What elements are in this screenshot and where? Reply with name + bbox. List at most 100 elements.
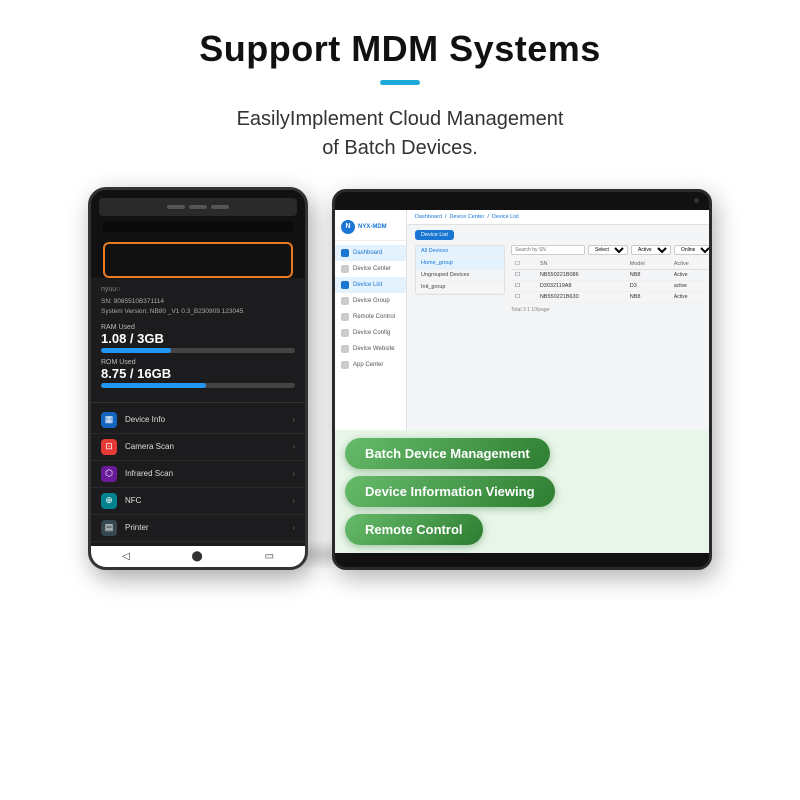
- col-check: ☐: [511, 259, 536, 270]
- device-list-icon: [341, 281, 349, 289]
- phone-body: nyuu○ SN: 9085510B371114 System Version:…: [88, 187, 308, 570]
- sidebar-dashboard[interactable]: Dashboard: [335, 245, 406, 261]
- mdm-content-area: Device List All Devices Home_group Ungro…: [407, 225, 709, 430]
- tablet-bottom-bar: [335, 553, 709, 567]
- app-center-icon: [341, 361, 349, 369]
- nav-recent-btn[interactable]: ▭: [265, 551, 274, 562]
- batch-device-badge: Batch Device Management: [345, 438, 550, 469]
- table-row[interactable]: ☐ D3032119A8 D3 active: [511, 280, 709, 291]
- remote-control-icon: [341, 313, 349, 321]
- mdm-search-input[interactable]: [511, 245, 585, 255]
- mdm-main-content: Dashboard / Device Center / Device List …: [407, 210, 709, 430]
- device-center-label: Device Center: [353, 266, 391, 272]
- table-row[interactable]: ☐ NB550221B630 NB8 Active: [511, 291, 709, 302]
- nfc-label: NFC: [125, 496, 284, 505]
- mdm-interface: N NYX-MDM Dashboard Device Center: [335, 210, 709, 430]
- group-ungrouped[interactable]: Ungrouped Devices: [416, 270, 504, 282]
- device-group-label: Device Group: [353, 298, 390, 304]
- subtitle: EasilyImplement Cloud Management of Batc…: [0, 105, 800, 163]
- mdm-pagination: Total 3 1 10/page: [511, 307, 709, 313]
- sidebar-remote-control[interactable]: Remote Control: [335, 309, 406, 325]
- main-title: Support MDM Systems: [0, 28, 800, 70]
- mdm-logo-icon: N: [341, 220, 355, 234]
- rom-bar-fill: [101, 383, 206, 388]
- device-list-label: Device List: [353, 282, 382, 288]
- phone-brand: nyuu○: [101, 286, 295, 293]
- mdm-content-row: All Devices Home_group Ungrouped Devices…: [415, 245, 701, 313]
- tablet-body: N NYX-MDM Dashboard Device Center: [332, 189, 712, 570]
- group-home[interactable]: Home_group: [416, 258, 504, 270]
- nav-back-btn[interactable]: ◁: [122, 551, 130, 562]
- camera-scan-label: Camera Scan: [125, 442, 284, 451]
- col-model: Model: [626, 259, 670, 270]
- tablet-screen: N NYX-MDM Dashboard Device Center: [335, 210, 709, 553]
- device-info-label: Device Info: [125, 415, 284, 424]
- sidebar-device-config[interactable]: Device Config: [335, 325, 406, 341]
- group-all-devices[interactable]: All Devices: [416, 246, 504, 258]
- rom-bar-bg: [101, 383, 295, 388]
- sidebar-device-group[interactable]: Device Group: [335, 293, 406, 309]
- tablet-device: N NYX-MDM Dashboard Device Center: [332, 189, 712, 570]
- remote-control-label: Remote Control: [353, 314, 395, 320]
- sidebar-device-center[interactable]: Device Center: [335, 261, 406, 277]
- device-website-icon: [341, 345, 349, 353]
- phone-sn: SN: 9085510B371114 System Version: NB80 …: [101, 297, 295, 318]
- sidebar-app-center[interactable]: App Center: [335, 357, 406, 373]
- tablet-camera: [694, 198, 699, 203]
- group-init[interactable]: Init_group: [416, 282, 504, 294]
- phone-scanner-slot: [103, 222, 293, 232]
- mdm-logo: N NYX-MDM: [335, 216, 406, 241]
- rom-value: 8.75 / 16GB: [101, 366, 295, 381]
- menu-item-camera-scan[interactable]: ⊡ Camera Scan ›: [91, 434, 305, 461]
- mdm-breadcrumb: Dashboard / Device Center / Device List: [407, 210, 709, 225]
- ram-bar-bg: [101, 348, 295, 353]
- phone-highlight-box: [103, 242, 293, 278]
- col-sn: SN: [536, 259, 626, 270]
- mdm-logo-text: NYX-MDM: [358, 224, 387, 230]
- device-list-tab[interactable]: Device List: [415, 230, 454, 240]
- table-row[interactable]: ☐ NB550221B086 NB8 Active: [511, 269, 709, 280]
- nfc-icon: ⊕: [101, 493, 117, 509]
- menu-item-printer[interactable]: ▤ Printer ›: [91, 515, 305, 542]
- camera-scan-icon: ⊡: [101, 439, 117, 455]
- device-info-viewing-badge: Device Information Viewing: [345, 476, 555, 507]
- main-content: nyuu○ SN: 9085510B371114 System Version:…: [0, 187, 800, 570]
- dashboard-label: Dashboard: [353, 250, 382, 256]
- mdm-group-list: All Devices Home_group Ungrouped Devices…: [415, 245, 505, 295]
- device-config-icon: [341, 329, 349, 337]
- mdm-sidebar: N NYX-MDM Dashboard Device Center: [335, 210, 407, 430]
- nav-home-btn[interactable]: ⬤: [192, 551, 203, 562]
- mdm-model-select[interactable]: Select Model: [588, 245, 628, 255]
- mdm-tab-bar: Device List: [415, 230, 701, 240]
- menu-item-device-info[interactable]: ▦ Device Info ›: [91, 407, 305, 434]
- device-group-icon: [341, 297, 349, 305]
- device-config-label: Device Config: [353, 330, 390, 336]
- mdm-device-select[interactable]: Online or line: [674, 245, 709, 255]
- phone-navbar: ◁ ⬤ ▭: [91, 546, 305, 567]
- menu-item-nfc[interactable]: ⊕ NFC ›: [91, 488, 305, 515]
- phone-device: nyuu○ SN: 9085510B371114 System Version:…: [88, 187, 308, 570]
- device-website-label: Device Website: [353, 346, 395, 352]
- device-info-icon: ▦: [101, 412, 117, 428]
- page-header: Support MDM Systems: [0, 0, 800, 91]
- title-underbar: [380, 80, 420, 85]
- app-center-label: App Center: [353, 362, 383, 368]
- mdm-group-panel: All Devices Home_group Ungrouped Devices…: [415, 245, 505, 313]
- sidebar-device-list[interactable]: Device List: [335, 277, 406, 293]
- rom-label: ROM Used: [101, 359, 295, 366]
- ram-value: 1.08 / 3GB: [101, 331, 295, 346]
- menu-item-infrared[interactable]: ⬡ Infrared Scan ›: [91, 461, 305, 488]
- mdm-active-select[interactable]: Active or last: [631, 245, 671, 255]
- device-center-icon: [341, 265, 349, 273]
- phone-screen: nyuu○ SN: 9085510B371114 System Version:…: [91, 278, 305, 402]
- tablet-top-bar: [335, 192, 709, 210]
- mdm-device-table-panel: Select Model Active or last Online or li…: [511, 245, 709, 313]
- printer-label: Printer: [125, 523, 284, 532]
- infrared-icon: ⬡: [101, 466, 117, 482]
- phone-status-bar: [99, 198, 297, 216]
- ram-bar-fill: [101, 348, 171, 353]
- sidebar-device-website[interactable]: Device Website: [335, 341, 406, 357]
- ram-label: RAM Used: [101, 324, 295, 331]
- phone-top: [91, 190, 305, 278]
- mdm-search-row: Select Model Active or last Online or li…: [511, 245, 709, 255]
